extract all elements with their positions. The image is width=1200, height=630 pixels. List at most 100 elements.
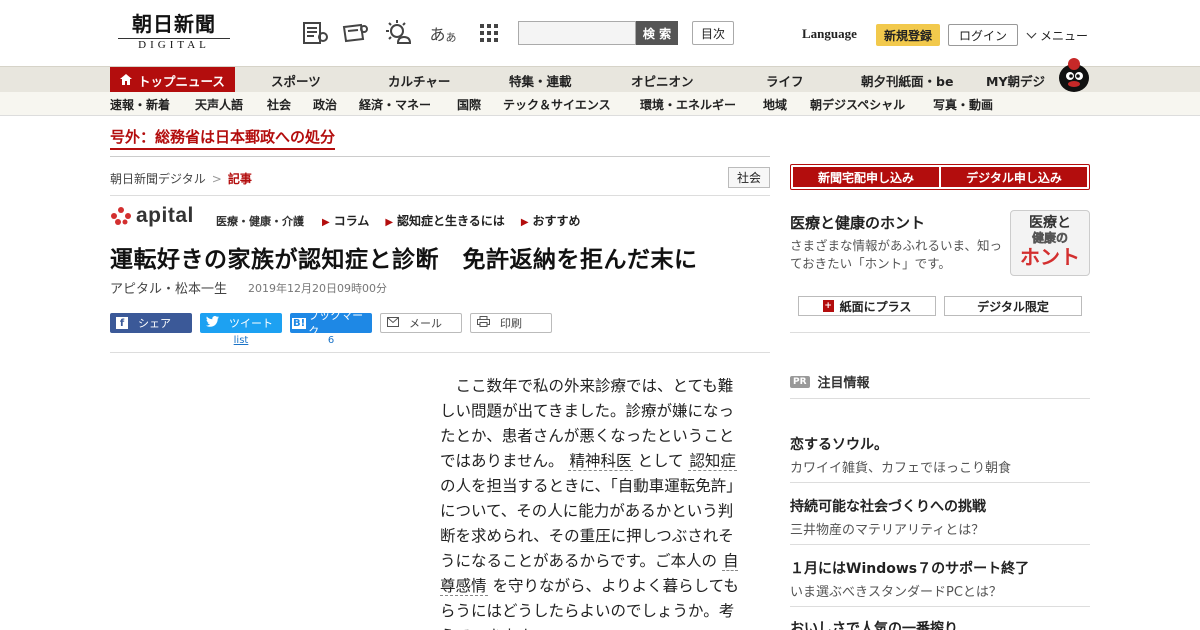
logo-jp: 朝日新聞 (132, 12, 216, 36)
weather-icon[interactable] (384, 18, 414, 48)
apital-logo[interactable]: apital (110, 205, 194, 226)
subnav-photo-video[interactable]: 写真・動画 (933, 92, 993, 116)
nav-top-news[interactable]: トップニュース (110, 67, 235, 93)
language-link[interactable]: Language (802, 26, 857, 42)
divider (790, 332, 1090, 333)
breadcrumb: 朝日新聞デジタル > 記事 (110, 170, 252, 187)
ad-title[interactable]: 恋するソウル。 (790, 434, 888, 454)
apital-links: ▶ コラム ▶ 認知症と生きるには ▶ おすすめ (322, 212, 581, 229)
hatena-count[interactable]: 6 (290, 335, 372, 346)
keyword-link[interactable]: 認知症 (688, 452, 737, 471)
nav-culture[interactable]: カルチャー (388, 67, 450, 93)
mail-share-button[interactable]: メール (380, 313, 462, 333)
apital-link-column[interactable]: ▶ コラム (322, 212, 369, 229)
apital-link-recommended[interactable]: ▶ おすすめ (521, 212, 581, 229)
nav-life[interactable]: ライフ (766, 67, 804, 93)
divider (110, 352, 770, 353)
honto-title[interactable]: 医療と健康のホント (790, 212, 925, 233)
subnav-special[interactable]: 朝デジスペシャル (810, 92, 905, 116)
breadcrumb-home[interactable]: 朝日新聞デジタル (110, 172, 206, 186)
breaking-news-link[interactable]: 号外：総務省は日本郵政への処分 (110, 126, 336, 150)
subnav-environment[interactable]: 環境・エネルギー (640, 92, 736, 116)
honto-logo-line3: ホント (1020, 245, 1080, 269)
twitter-count-link[interactable]: list (234, 335, 249, 346)
subscribe-digital-button[interactable]: デジタル申し込み (941, 167, 1087, 187)
paper-plus-button[interactable]: + 紙面にプラス (798, 296, 936, 316)
pr-badge: PR (790, 375, 810, 388)
mascot-icon (1052, 56, 1092, 92)
subscribe-buttons: 新聞宅配申し込み デジタル申し込み (790, 164, 1090, 190)
subnav-region[interactable]: 地域 (763, 92, 787, 116)
article-date: 2019年12月20日09時00分 (248, 282, 387, 295)
ad-subtitle[interactable]: いま選ぶべきスタンダードPCとは？ (790, 581, 1002, 600)
divider (110, 195, 770, 196)
search-button[interactable]: 検 索 (636, 21, 678, 45)
asahi-digital-logo[interactable]: 朝日新聞 DIGITAL (118, 12, 230, 54)
ad-title[interactable]: 持続可能な社会づくりへの挑戦 (790, 496, 986, 516)
paper-plus-label: 紙面にプラス (839, 299, 912, 314)
divider (790, 606, 1090, 607)
subnav-international[interactable]: 国際 (457, 92, 481, 116)
article-body: ここ数年で私の外来診療では、とても難しい問題が出てきました。診療が嫌になったとか… (440, 374, 748, 630)
reading-icon[interactable] (340, 18, 370, 48)
divider (790, 482, 1090, 483)
twitter-share-label: ツイート (229, 317, 273, 330)
breadcrumb-current: 記事 (227, 172, 252, 186)
ad-subtitle[interactable]: カワイイ雑貨、カフェでほっこり朝食 (790, 457, 1011, 476)
triangle-right-icon: ▶ (385, 217, 394, 228)
subscribe-paper-button[interactable]: 新聞宅配申し込み (793, 167, 939, 187)
honto-logo-line1: 医療と (1029, 215, 1071, 231)
honto-logo[interactable]: 医療と 健康の ホント (1010, 210, 1090, 276)
triangle-right-icon: ▶ (520, 217, 529, 228)
menu-label: メニュー (1040, 29, 1089, 43)
toc-button[interactable]: 目次 (692, 21, 734, 45)
newspaper-icon[interactable] (300, 18, 330, 48)
facebook-share-button[interactable]: f シェア (110, 313, 192, 333)
ad-subtitle[interactable]: 三井物産のマテリアリティとは？ (790, 519, 984, 538)
body-text: の人を担当するときに、「自動車運転免許」について、その人に能力があるかという判断… (440, 477, 742, 570)
category-tag[interactable]: 社会 (728, 167, 770, 188)
apital-link-label: コラム (333, 214, 370, 228)
logo-en: DIGITAL (118, 38, 230, 52)
font-size-icon[interactable]: ああ (428, 18, 458, 48)
subnav-economy[interactable]: 経済・マネー (359, 92, 431, 116)
hatena-icon: B! (292, 317, 307, 329)
grid-icon[interactable] (474, 18, 504, 48)
apital-link-label: 認知症と生きるには (397, 214, 505, 228)
subnav-tech-science[interactable]: テック＆サイエンス (503, 92, 611, 116)
print-label: 印刷 (500, 317, 522, 330)
nav-my-asadigi[interactable]: MY朝デジ (986, 67, 1045, 93)
pr-label-text: 注目情報 (817, 376, 870, 391)
subnav-politics[interactable]: 政治 (313, 92, 337, 116)
login-button[interactable]: ログイン (948, 24, 1018, 46)
subnav-tenseijingo[interactable]: 天声人語 (195, 92, 243, 116)
nav-top-news-label: トップニュース (138, 73, 225, 89)
apital-link-label: おすすめ (532, 214, 581, 228)
facebook-icon: f (116, 317, 128, 329)
register-button[interactable]: 新規登録 (876, 24, 940, 46)
nav-newspaper[interactable]: 朝夕刊紙面・be (861, 67, 953, 93)
honto-logo-line2: 健康の (1031, 231, 1069, 246)
divider (790, 544, 1090, 545)
mail-share-label: メール (409, 317, 442, 330)
ad-title[interactable]: １月にはWindows７のサポート終了 (790, 558, 1029, 578)
twitter-share-button[interactable]: ツイート (200, 313, 282, 333)
twitter-count[interactable]: list (200, 335, 282, 346)
menu-button[interactable]: メニュー (1026, 27, 1089, 44)
nav-opinion[interactable]: オピニオン (631, 67, 694, 93)
paper-plus-icon: + (822, 300, 834, 312)
digital-only-button[interactable]: デジタル限定 (944, 296, 1082, 316)
apital-link-dementia[interactable]: ▶ 認知症と生きるには (385, 212, 504, 229)
ad-title[interactable]: おいしさで人気の一番搾り (790, 618, 958, 630)
font-size-glyph-small: あ (445, 31, 457, 44)
print-button[interactable]: 印刷 (470, 313, 552, 333)
subnav-society[interactable]: 社会 (267, 92, 291, 116)
search-input[interactable] (518, 21, 636, 45)
subnav-breaking[interactable]: 速報・新着 (110, 92, 170, 116)
honto-description: さまざまな情報があふれるいま、知っておきたい「ホント」です。 (790, 238, 1003, 271)
keyword-link[interactable]: 精神科医 (568, 452, 633, 471)
nav-sports[interactable]: スポーツ (271, 67, 321, 93)
nav-features[interactable]: 特集・連載 (509, 67, 572, 93)
hatena-bookmark-button[interactable]: B! ブックマーク (290, 309, 372, 338)
home-icon (120, 73, 132, 88)
